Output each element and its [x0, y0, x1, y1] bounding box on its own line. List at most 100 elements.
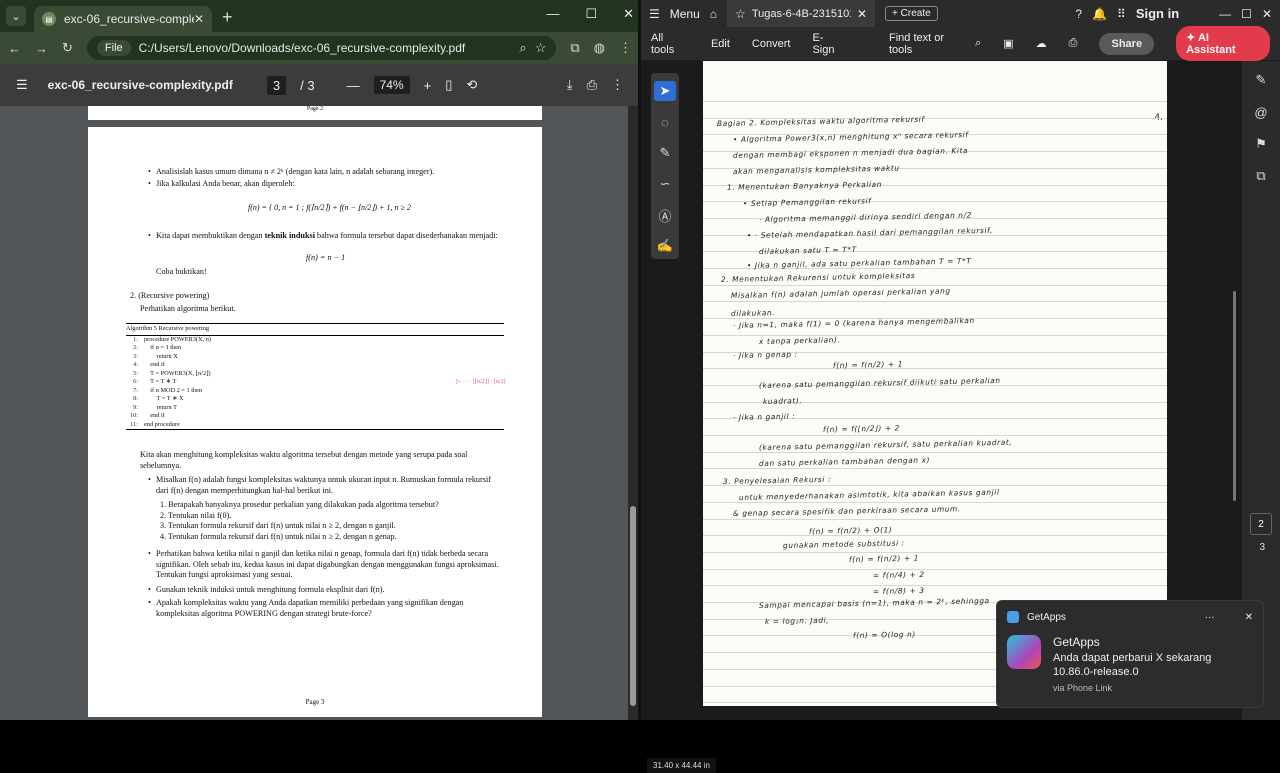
algorithm-line: 9: return T: [126, 404, 504, 413]
close-doc-tab-icon[interactable]: ✕: [857, 7, 867, 21]
print-icon[interactable]: ⎙: [587, 77, 597, 93]
tool-convert[interactable]: Convert: [752, 38, 791, 50]
scroll-thumb[interactable]: [630, 506, 636, 706]
acrobat-toolbar: All tools Edit Convert E-Sign Find text …: [641, 26, 1280, 61]
tool-esign[interactable]: E-Sign: [812, 32, 845, 56]
zoom-in-icon[interactable]: +: [424, 78, 432, 93]
apps-grid-icon[interactable]: ⠿: [1117, 7, 1126, 21]
acrobat-close-icon[interactable]: ✕: [1262, 7, 1272, 21]
download-icon[interactable]: ⤓: [567, 77, 573, 93]
handwritten-line: k = log₂n. Jadi,: [764, 615, 830, 626]
bullet-calc: Jika kalkulasi Anda benar, akan diperole…: [148, 179, 536, 190]
omnibox[interactable]: File C:/Users/Lenovo/Downloads/exc-06_re…: [86, 36, 557, 60]
url-text[interactable]: C:/Users/Lenovo/Downloads/exc-06_recursi…: [139, 41, 512, 55]
create-button[interactable]: + Create: [885, 6, 938, 21]
page-number-input[interactable]: 3: [266, 75, 287, 95]
algorithm-line: 5: T = POWER3(X, ⌊n/2⌋): [126, 370, 504, 379]
acrobat-maximize-icon[interactable]: ☐: [1241, 7, 1252, 21]
reload-icon[interactable]: ↻: [62, 40, 73, 56]
select-cursor-icon[interactable]: ➤: [654, 81, 676, 101]
new-tab-button[interactable]: +: [222, 7, 233, 28]
close-tab-icon[interactable]: ✕: [194, 12, 204, 26]
document-scrollbar[interactable]: [1233, 291, 1236, 501]
sub-question-2: 2. Tentukan nilai f(0).: [160, 510, 232, 520]
rotate-icon[interactable]: ⟲: [466, 77, 477, 93]
pdf-title: exc-06_recursive-complexity.pdf: [47, 78, 233, 92]
back-icon[interactable]: ←: [8, 41, 21, 56]
edit-panel-icon[interactable]: ✎: [1252, 71, 1270, 89]
bookmark-star-icon[interactable]: ☆: [535, 40, 547, 56]
menu-icon[interactable]: ☰: [649, 7, 660, 21]
upload-cloud-icon[interactable]: ☁: [1036, 37, 1047, 50]
ai-assistant-button[interactable]: ✦ AI Assistant: [1176, 26, 1270, 61]
line-number: 1:: [133, 335, 138, 343]
handwritten-line: · Jika n ganjil :: [732, 411, 796, 422]
ruled-line: [703, 451, 1167, 453]
browser-tab[interactable]: ▤ exc-06_recursive-complexity.pdf ✕: [34, 6, 212, 32]
bookmark-panel-icon[interactable]: ⚑: [1252, 135, 1270, 153]
line-number: 6:: [133, 378, 138, 385]
acrobat-minimize-icon[interactable]: —: [1219, 7, 1231, 21]
line-code: end if: [144, 361, 165, 368]
notification-bell-icon[interactable]: 🔔: [1092, 7, 1107, 21]
ruled-line: [703, 284, 1167, 286]
find-search-icon[interactable]: ⌕: [975, 37, 981, 50]
zoom-icon[interactable]: ⌕: [519, 40, 526, 56]
tool-all-tools[interactable]: All tools: [651, 32, 689, 56]
forward-icon[interactable]: →: [35, 41, 48, 56]
pages-panel-icon[interactable]: ⧉: [1252, 167, 1270, 185]
star-icon[interactable]: ☆: [735, 7, 746, 21]
menu-label[interactable]: Menu: [670, 7, 700, 21]
document-tab[interactable]: ☆ Tugas-6-4B-2315101044... ✕: [727, 0, 876, 27]
handwritten-line: • Algoritma Power3(x,n) menghitung xⁿ se…: [732, 130, 969, 144]
notification-toast[interactable]: GetApps ··· ✕ GetApps Anda dapat perbaru…: [996, 600, 1264, 708]
extensions-icon[interactable]: ⧉: [570, 40, 579, 56]
tool-edit[interactable]: Edit: [711, 38, 730, 50]
induction-text-c: bahwa formula tersebut dapat disederhana…: [314, 231, 498, 240]
ai-label: AI Assistant: [1186, 32, 1236, 56]
chrome-menu-icon[interactable]: ⋮: [619, 40, 632, 56]
algorithm-line: 11: end procedure: [126, 421, 504, 430]
share-button[interactable]: Share: [1099, 32, 1155, 55]
ruled-line: [703, 368, 1167, 370]
sidebar-menu-icon[interactable]: ☰: [16, 77, 28, 93]
page-2-bottom: Page 2: [88, 106, 542, 120]
tab-title: exc-06_recursive-complexity.pdf: [64, 12, 194, 26]
sub-questions: 1. Berapakah banyaknya prosedur perkalia…: [160, 500, 504, 543]
toast-line-1: Anda dapat perbarui X sekarang: [1053, 651, 1212, 664]
fill-sign-icon[interactable]: ✍: [654, 236, 676, 256]
profile-icon[interactable]: ◍: [594, 40, 605, 56]
highlight-pen-icon[interactable]: ✎: [654, 143, 676, 163]
more-options-icon[interactable]: ⋮: [611, 77, 624, 93]
page-2-thumb[interactable]: 2: [1250, 513, 1272, 535]
comment-panel-icon[interactable]: @: [1252, 103, 1270, 121]
address-bar-row: ← → ↻ File C:/Users/Lenovo/Downloads/exc…: [0, 32, 640, 64]
page-size-badge: 31.40 x 44.44 in: [647, 758, 716, 773]
text-recognition-icon[interactable]: Ⓐ: [654, 205, 676, 225]
handwritten-line: • · Setelah mendapatkan hasil dari peman…: [746, 225, 994, 240]
zoom-level[interactable]: 74%: [373, 76, 410, 94]
line-code: procedure POWER3(X, n): [144, 335, 211, 343]
home-icon[interactable]: ⌂: [710, 7, 717, 21]
find-text[interactable]: Find text or tools: [889, 32, 969, 56]
fit-page-icon[interactable]: ▯: [445, 77, 452, 93]
minimize-icon[interactable]: —: [546, 6, 559, 22]
zoom-out-icon[interactable]: —: [347, 78, 360, 93]
maximize-icon[interactable]: ☐: [585, 6, 597, 22]
toast-close-icon[interactable]: ✕: [1245, 612, 1253, 623]
tab-search-button[interactable]: ⌄: [6, 6, 26, 26]
comment-icon[interactable]: ◌: [654, 112, 676, 132]
line-number: 9:: [133, 403, 138, 411]
toast-more-icon[interactable]: ···: [1205, 612, 1215, 623]
document-tab-title: Tugas-6-4B-2315101044...: [751, 7, 851, 20]
sign-in-button[interactable]: Sign in: [1136, 6, 1179, 21]
page-3-thumb[interactable]: 3: [1259, 542, 1265, 553]
pdf-scrollbar[interactable]: [628, 106, 638, 720]
help-icon[interactable]: ?: [1075, 7, 1082, 21]
print-icon[interactable]: ⎙: [1069, 37, 1078, 50]
algorithm-line: 10: end if: [126, 412, 504, 421]
line-number: 5:: [133, 369, 138, 377]
close-window-icon[interactable]: ✕: [623, 6, 634, 22]
draw-freehand-icon[interactable]: ∽: [654, 174, 676, 194]
save-icon[interactable]: ▣: [1003, 37, 1013, 50]
